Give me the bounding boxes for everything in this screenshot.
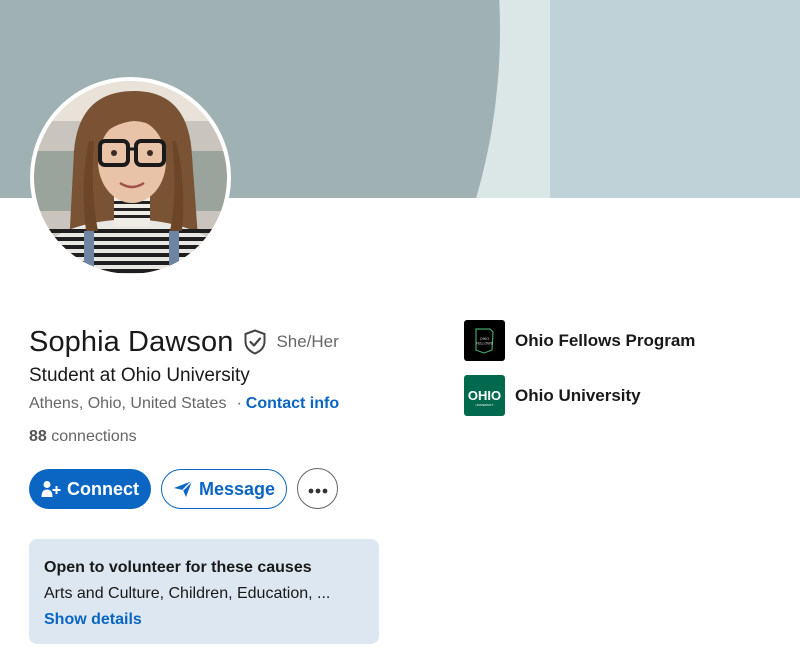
ohio-logo-subword: UNIVERSITY xyxy=(475,403,493,407)
profile-card: Sophia Dawson She/Her Student at Ohio Un… xyxy=(0,0,800,665)
dot-separator: · xyxy=(236,395,242,412)
banner-right-panel xyxy=(550,0,800,198)
org-ohio-fellows[interactable]: OHIO FELLOWS Ohio Fellows Program xyxy=(464,320,695,361)
org-name: Ohio Fellows Program xyxy=(515,330,696,350)
add-person-icon xyxy=(41,480,61,498)
ohio-fellows-logo: OHIO FELLOWS xyxy=(464,320,505,361)
profile-name: Sophia Dawson xyxy=(29,325,234,358)
connect-button[interactable]: Connect xyxy=(29,469,151,509)
org-name: Ohio University xyxy=(515,385,641,405)
connections-count[interactable]: 88 connections xyxy=(29,428,137,446)
send-icon xyxy=(173,480,193,498)
connections-label: connections xyxy=(51,428,137,445)
connections-number: 88 xyxy=(29,428,47,445)
profile-location: Athens, Ohio, United States xyxy=(29,395,227,412)
message-button[interactable]: Message xyxy=(161,469,287,509)
ohio-university-logo: OHIO UNIVERSITY xyxy=(464,375,505,416)
connect-label: Connect xyxy=(67,478,139,499)
contact-info-link[interactable]: Contact info xyxy=(246,395,339,413)
ellipsis-icon xyxy=(308,478,328,499)
profile-headline: Student at Ohio University xyxy=(29,365,250,386)
name-row: Sophia Dawson She/Her xyxy=(29,322,339,362)
show-details-link[interactable]: Show details xyxy=(44,611,364,629)
location-row: Athens, Ohio, United States · Contact in… xyxy=(29,395,339,413)
open-to-volunteer-card: Open to volunteer for these causes Arts … xyxy=(29,539,379,644)
message-label: Message xyxy=(198,478,276,499)
pronouns: She/Her xyxy=(276,332,339,351)
ohio-fellows-logo-text-2: FELLOWS xyxy=(476,342,494,346)
org-ohio-university[interactable]: OHIO UNIVERSITY Ohio University xyxy=(464,375,641,416)
more-actions-button[interactable] xyxy=(297,468,338,509)
ohio-logo-word: OHIO xyxy=(468,388,501,403)
avatar[interactable] xyxy=(30,77,231,278)
verified-shield-icon[interactable] xyxy=(243,329,267,355)
volunteer-causes: Arts and Culture, Children, Education, .… xyxy=(44,585,331,602)
ohio-fellows-logo-text-1: OHIO xyxy=(480,337,489,341)
volunteer-title: Open to volunteer for these causes xyxy=(44,559,312,576)
